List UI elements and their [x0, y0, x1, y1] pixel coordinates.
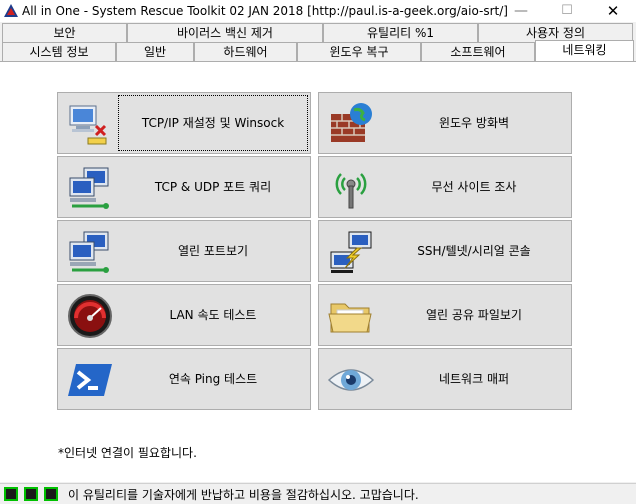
tab-row-bottom: 시스템 정보 일반 하드웨어 윈도우 복구 소프트웨어 네트워킹 [0, 40, 636, 62]
app-logo-icon [4, 4, 18, 17]
folder-icon [328, 303, 372, 333]
tab-general[interactable]: 일반 [116, 42, 194, 61]
network-reset-icon [69, 105, 107, 145]
open-ports-button[interactable]: 열린 포트보기 [57, 220, 311, 282]
tcpip-reset-button[interactable]: TCP/IP 재설정 및 Winsock [57, 92, 311, 154]
status-bar: 이 유틸리티를 기술자에게 반납하고 비용을 절감하십시오. 고맙습니다. [0, 483, 636, 504]
ssh-console-button[interactable]: SSH/텔넷/시리얼 콘솔 [318, 220, 572, 282]
window-title: All in One - System Rescue Toolkit 02 JA… [22, 4, 508, 18]
network-computers-icon [69, 167, 109, 209]
network-mapper-button[interactable]: 네트워크 매퍼 [318, 348, 572, 410]
status-indicator-icon [44, 487, 58, 501]
status-indicator-icon [4, 487, 18, 501]
status-indicator-icon [24, 487, 38, 501]
tab-hardware[interactable]: 하드웨어 [194, 42, 297, 61]
port-query-button[interactable]: TCP & UDP 포트 쿼리 [57, 156, 311, 218]
lan-speed-label: LAN 속도 테스트 [169, 308, 257, 322]
tab-antivirus-removal[interactable]: 바이러스 백신 제거 [127, 23, 323, 42]
wireless-antenna-icon [335, 173, 367, 209]
firewall-label: 윈도우 방화벽 [438, 116, 510, 130]
minimize-button[interactable]: — [498, 0, 544, 22]
tab-security[interactable]: 보안 [2, 23, 127, 42]
firewall-icon [331, 103, 372, 142]
network-computers-icon [69, 231, 109, 273]
lan-speed-button[interactable]: LAN 속도 테스트 [57, 284, 311, 346]
tab-windows-recovery[interactable]: 윈도우 복구 [297, 42, 421, 61]
tab-software[interactable]: 소프트웨어 [421, 42, 535, 61]
ping-test-label: 연속 Ping 테스트 [168, 372, 258, 386]
ssh-connection-icon [330, 231, 372, 273]
network-mapper-label: 네트워크 매퍼 [438, 372, 510, 386]
wireless-survey-label: 무선 사이트 조사 [431, 180, 517, 194]
firewall-button[interactable]: 윈도우 방화벽 [318, 92, 572, 154]
close-button[interactable]: ✕ [590, 0, 636, 22]
open-shares-button[interactable]: 열린 공유 파일보기 [318, 284, 572, 346]
tab-networking[interactable]: 네트워킹 [535, 40, 634, 61]
powershell-icon [68, 364, 112, 396]
tcpip-reset-label: TCP/IP 재설정 및 Winsock [116, 93, 310, 153]
ssh-console-label: SSH/텔넷/시리얼 콘솔 [417, 244, 531, 258]
wireless-survey-button[interactable]: 무선 사이트 조사 [318, 156, 572, 218]
tab-utilities[interactable]: 유틸리티 %1 [323, 23, 478, 42]
open-ports-label: 열린 포트보기 [177, 244, 249, 258]
tab-system-info[interactable]: 시스템 정보 [2, 42, 116, 61]
internet-required-note: *인터넷 연결이 필요합니다. [58, 446, 197, 460]
eye-icon [327, 369, 375, 391]
open-shares-label: 열린 공유 파일보기 [426, 308, 522, 322]
maximize-button[interactable]: ☐ [544, 0, 590, 22]
title-bar: All in One - System Rescue Toolkit 02 JA… [0, 0, 636, 22]
port-query-label: TCP & UDP 포트 쿼리 [154, 180, 272, 194]
status-message: 이 유틸리티를 기술자에게 반납하고 비용을 절감하십시오. 고맙습니다. [68, 488, 419, 502]
speedometer-icon [68, 294, 112, 338]
ping-test-button[interactable]: 연속 Ping 테스트 [57, 348, 311, 410]
